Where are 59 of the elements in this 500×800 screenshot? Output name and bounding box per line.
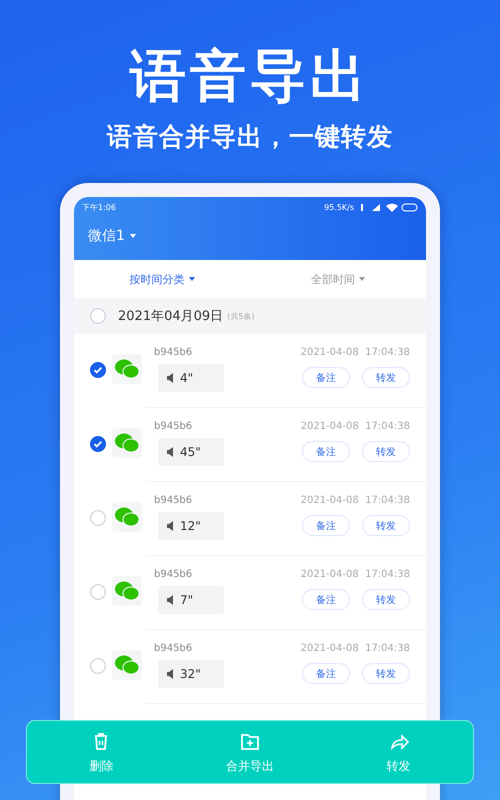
voice-duration: 32" bbox=[180, 667, 201, 681]
speaker-icon bbox=[166, 520, 176, 532]
network-speed: 95.5K/s bbox=[324, 202, 354, 212]
voice-message[interactable]: 32" bbox=[158, 660, 224, 688]
chat-bubbles-icon bbox=[114, 358, 140, 380]
account-selector[interactable]: 微信1 bbox=[74, 217, 426, 245]
voice-message[interactable]: 7" bbox=[158, 586, 224, 614]
checkbox[interactable] bbox=[90, 308, 106, 324]
speaker-icon bbox=[166, 446, 176, 458]
chat-bubbles-icon bbox=[114, 506, 140, 528]
voice-duration: 45" bbox=[180, 445, 201, 459]
contact-name: b945b6 bbox=[154, 421, 194, 432]
voice-message[interactable]: 12" bbox=[158, 512, 224, 540]
pill-button[interactable]: 转发 bbox=[362, 441, 410, 462]
checkbox[interactable] bbox=[90, 362, 106, 378]
pill-button[interactable]: 备注 bbox=[302, 367, 350, 388]
pill-button[interactable]: 转发 bbox=[362, 515, 410, 536]
speaker-icon bbox=[166, 594, 176, 606]
timestamp: 2021-04-08 17:04:38 bbox=[300, 495, 410, 506]
caret-icon bbox=[359, 277, 365, 281]
checkbox[interactable] bbox=[90, 436, 106, 452]
contact-name: b945b6 bbox=[154, 347, 194, 358]
timestamp: 2021-04-08 17:04:38 bbox=[300, 643, 410, 654]
headline: 语音导出 bbox=[130, 43, 370, 111]
contact-name: b945b6 bbox=[154, 643, 194, 654]
checkbox[interactable] bbox=[90, 584, 106, 600]
chat-bubbles-icon bbox=[114, 580, 140, 602]
caret-icon bbox=[188, 277, 194, 281]
pill-button[interactable]: 转发 bbox=[362, 663, 410, 684]
chat-bubbles-icon bbox=[114, 432, 140, 454]
pill-button[interactable]: 备注 bbox=[302, 515, 350, 536]
timestamp: 2021-04-08 17:04:38 bbox=[300, 421, 410, 432]
item-count: (共5条) bbox=[227, 310, 255, 322]
checkbox[interactable] bbox=[90, 658, 106, 674]
pill-button[interactable]: 备注 bbox=[302, 663, 350, 684]
speaker-icon bbox=[166, 372, 176, 384]
status-time: 下午1:06 bbox=[82, 202, 116, 212]
pill-button[interactable]: 转发 bbox=[362, 589, 410, 610]
group-date: 2021年04月09日 bbox=[118, 308, 224, 325]
subtitle: 语音合并导出，一键转发 bbox=[107, 121, 393, 153]
chat-bubbles-icon bbox=[114, 654, 140, 676]
contact-name: b945b6 bbox=[154, 495, 194, 506]
pill-button[interactable]: 转发 bbox=[362, 367, 410, 388]
voice-message[interactable]: 45" bbox=[158, 438, 224, 466]
caret-icon bbox=[130, 234, 136, 238]
voice-message[interactable]: 4" bbox=[158, 364, 224, 392]
filter-dropdown[interactable]: 全部时间 bbox=[250, 272, 426, 286]
checkbox[interactable] bbox=[90, 510, 106, 526]
timestamp: 2021-04-08 17:04:38 bbox=[300, 569, 410, 580]
pill-button[interactable]: 备注 bbox=[302, 441, 350, 462]
status-icons bbox=[358, 202, 418, 212]
pill-button[interactable]: 备注 bbox=[302, 589, 350, 610]
timestamp: 2021-04-08 17:04:38 bbox=[300, 347, 410, 358]
speaker-icon bbox=[166, 668, 176, 680]
voice-duration: 12" bbox=[180, 519, 201, 533]
voice-duration: 4" bbox=[180, 371, 194, 385]
filter-dropdown[interactable]: 按时间分类 bbox=[74, 272, 250, 286]
contact-name: b945b6 bbox=[154, 569, 194, 580]
voice-duration: 7" bbox=[180, 593, 194, 607]
